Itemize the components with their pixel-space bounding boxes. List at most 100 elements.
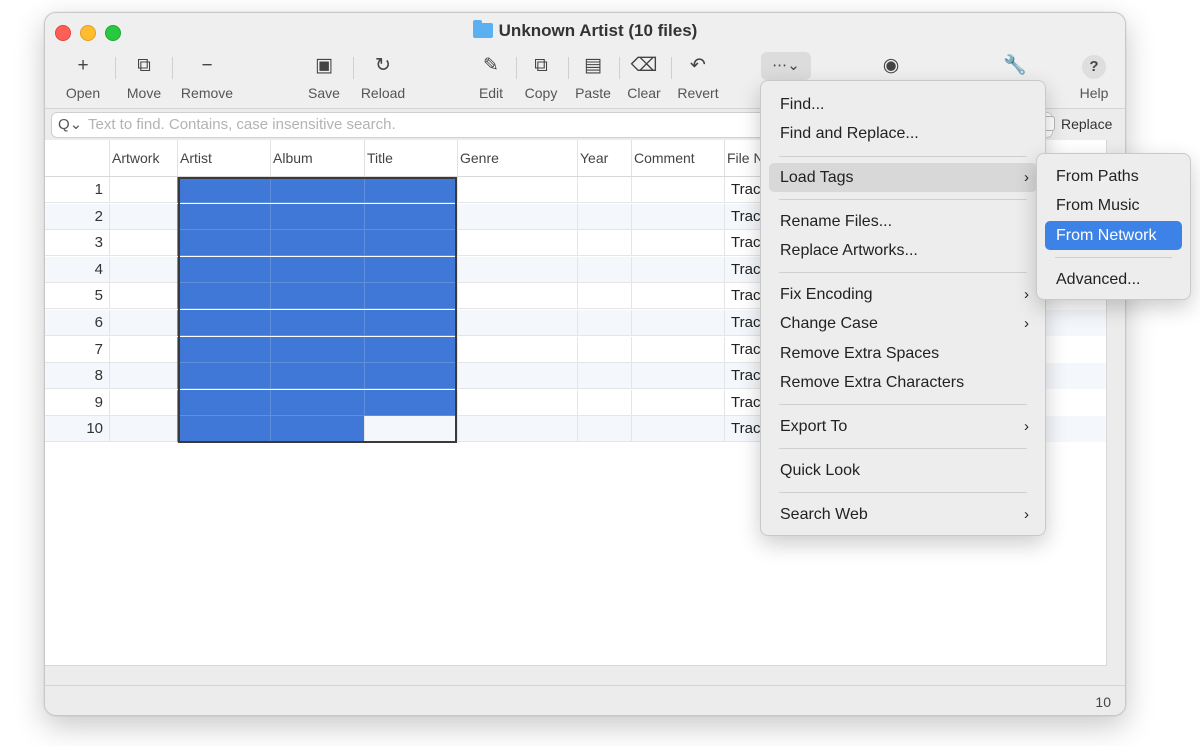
table-cell[interactable] <box>109 256 177 283</box>
table-cell[interactable] <box>577 177 631 203</box>
search-input[interactable] <box>88 115 728 133</box>
table-cell[interactable] <box>577 230 631 257</box>
table-cell[interactable] <box>364 230 457 257</box>
table-cell[interactable] <box>457 230 577 257</box>
table-cell[interactable] <box>631 177 724 203</box>
table-cell[interactable] <box>631 416 724 443</box>
table-cell[interactable] <box>177 336 270 363</box>
copy-button[interactable]: ⧉ Copy <box>521 53 561 101</box>
table-cell[interactable] <box>270 283 364 310</box>
reload-button[interactable]: ↻ Reload <box>358 53 408 101</box>
table-cell[interactable] <box>457 336 577 363</box>
paste-button[interactable]: ▤ Paste <box>572 53 614 101</box>
preview-button[interactable]: ◉ <box>873 53 909 79</box>
table-cell[interactable] <box>109 310 177 336</box>
table-cell[interactable] <box>177 310 270 336</box>
column-header-artist[interactable]: Artist <box>177 140 270 176</box>
table-cell[interactable] <box>270 336 364 363</box>
table-cell[interactable] <box>177 203 270 230</box>
menu-item-remove-extra-characters[interactable]: Remove Extra Characters <box>769 368 1037 397</box>
table-cell[interactable] <box>364 283 457 310</box>
table-cell[interactable] <box>177 389 270 416</box>
table-cell[interactable] <box>364 203 457 230</box>
open-button[interactable]: + Open <box>63 53 103 101</box>
table-cell[interactable] <box>177 177 270 203</box>
submenu-item-advanced[interactable]: Advanced... <box>1045 265 1182 294</box>
table-cell[interactable] <box>577 389 631 416</box>
submenu-item-from-music[interactable]: From Music <box>1045 191 1182 220</box>
menu-item-replace-artworks[interactable]: Replace Artworks... <box>769 236 1037 265</box>
table-cell[interactable] <box>109 177 177 203</box>
table-cell[interactable] <box>631 230 724 257</box>
table-cell[interactable] <box>270 310 364 336</box>
table-cell[interactable] <box>270 203 364 230</box>
table-cell[interactable] <box>577 256 631 283</box>
remove-button[interactable]: − Remove <box>178 53 236 101</box>
table-cell[interactable] <box>457 203 577 230</box>
table-cell[interactable] <box>457 363 577 390</box>
edit-button[interactable]: ✎ Edit <box>472 53 510 101</box>
table-cell[interactable] <box>270 256 364 283</box>
table-cell[interactable] <box>177 363 270 390</box>
move-button[interactable]: ⧉ Move <box>122 53 166 101</box>
table-cell[interactable] <box>177 283 270 310</box>
table-cell[interactable] <box>109 336 177 363</box>
menu-item-quick-look[interactable]: Quick Look <box>769 456 1037 485</box>
table-cell[interactable] <box>577 336 631 363</box>
table-cell[interactable] <box>364 336 457 363</box>
table-cell[interactable] <box>631 203 724 230</box>
table-cell[interactable] <box>109 416 177 443</box>
table-cell[interactable] <box>577 283 631 310</box>
table-cell[interactable] <box>457 283 577 310</box>
table-cell[interactable] <box>270 177 364 203</box>
table-cell[interactable] <box>364 310 457 336</box>
table-cell[interactable] <box>270 230 364 257</box>
menu-item-rename-files[interactable]: Rename Files... <box>769 207 1037 236</box>
table-cell[interactable] <box>270 363 364 390</box>
table-cell[interactable] <box>631 256 724 283</box>
table-cell[interactable] <box>577 416 631 443</box>
table-cell[interactable] <box>177 416 270 443</box>
menu-item-load-tags[interactable]: Load Tags › <box>769 163 1037 192</box>
table-cell[interactable] <box>577 310 631 336</box>
more-actions-menu-button[interactable]: ⋯⌄ <box>761 52 811 80</box>
table-cell[interactable] <box>631 336 724 363</box>
column-header-year[interactable]: Year <box>577 140 631 176</box>
revert-button[interactable]: ↶ Revert <box>673 53 723 101</box>
column-header-artwork[interactable]: Artwork <box>109 140 177 176</box>
table-cell[interactable] <box>109 389 177 416</box>
save-button[interactable]: ▣ Save <box>304 53 344 101</box>
table-cell[interactable] <box>457 310 577 336</box>
column-header-title[interactable]: Title <box>364 140 457 176</box>
table-cell[interactable] <box>270 416 364 443</box>
table-cell[interactable] <box>457 389 577 416</box>
table-cell[interactable] <box>364 256 457 283</box>
search-icon[interactable]: Q⌄ <box>58 115 82 133</box>
table-cell[interactable] <box>577 203 631 230</box>
menu-item-export-to[interactable]: Export To › <box>769 412 1037 441</box>
menu-item-change-case[interactable]: Change Case › <box>769 309 1037 338</box>
menu-item-search-web[interactable]: Search Web › <box>769 500 1037 529</box>
table-cell[interactable] <box>457 416 577 443</box>
table-cell[interactable] <box>364 363 457 390</box>
table-cell[interactable] <box>109 363 177 390</box>
help-button[interactable]: ? Help <box>1073 53 1115 101</box>
menu-item-find-and-replace[interactable]: Find and Replace... <box>769 119 1037 148</box>
table-cell[interactable] <box>631 283 724 310</box>
column-header-comment[interactable]: Comment <box>631 140 724 176</box>
menu-item-remove-extra-spaces[interactable]: Remove Extra Spaces <box>769 339 1037 368</box>
table-cell[interactable] <box>457 177 577 203</box>
table-cell[interactable] <box>270 389 364 416</box>
table-cell[interactable] <box>364 389 457 416</box>
table-cell[interactable] <box>631 389 724 416</box>
table-cell[interactable] <box>631 363 724 390</box>
table-cell[interactable] <box>631 310 724 336</box>
table-cell[interactable] <box>109 283 177 310</box>
table-cell[interactable] <box>177 230 270 257</box>
menu-item-find[interactable]: Find... <box>769 90 1037 119</box>
table-cell[interactable] <box>109 203 177 230</box>
column-header-genre[interactable]: Genre <box>457 140 577 176</box>
table-cell[interactable] <box>177 256 270 283</box>
table-cell[interactable] <box>577 363 631 390</box>
table-cell[interactable] <box>364 416 457 443</box>
